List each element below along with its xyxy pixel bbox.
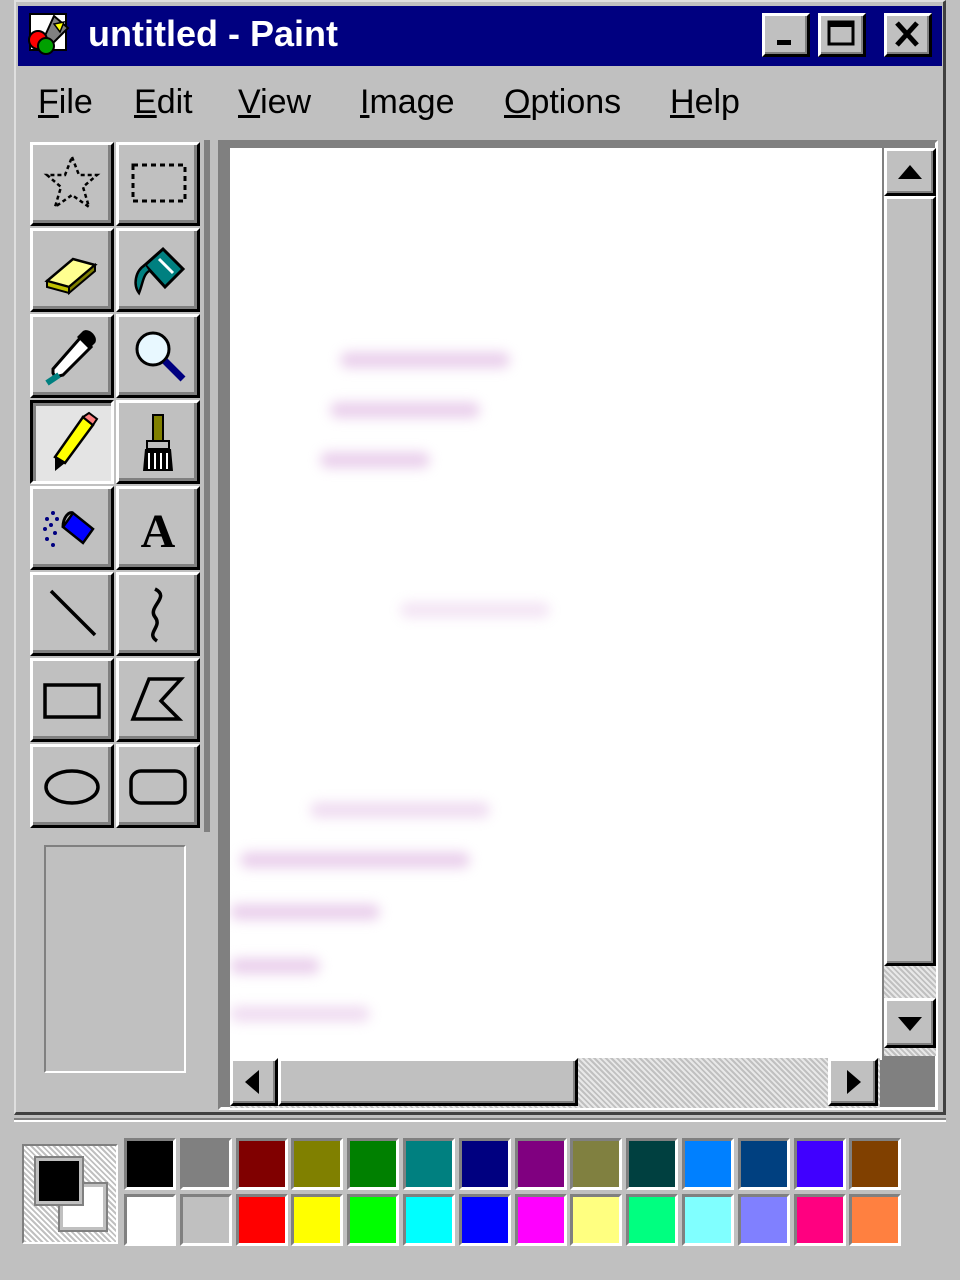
menu-file-label: File <box>38 83 93 121</box>
menu-help[interactable]: Help <box>670 82 740 122</box>
tool-ellipse[interactable] <box>30 744 114 828</box>
rounded-rectangle-icon <box>129 769 187 805</box>
menu-options-label: Options <box>504 83 622 121</box>
palette-color-swatch[interactable] <box>793 1194 846 1246</box>
paint-app-icon[interactable] <box>24 10 72 58</box>
palette-color-swatch[interactable] <box>570 1138 623 1190</box>
tool-options-box[interactable] <box>44 845 186 1073</box>
palette-color-swatch[interactable] <box>403 1194 455 1246</box>
tool-brush[interactable] <box>116 400 200 484</box>
tool-rounded-rectangle[interactable] <box>116 744 200 828</box>
vertical-scroll-thumb[interactable] <box>884 196 936 966</box>
palette-color-swatch[interactable] <box>514 1194 567 1246</box>
tool-airbrush[interactable] <box>30 486 114 570</box>
menu-help-label: Help <box>670 83 740 121</box>
palette-color-swatch[interactable] <box>403 1138 455 1190</box>
palette-color-swatch[interactable] <box>849 1138 902 1190</box>
arrow-down-icon <box>898 1017 922 1031</box>
menu-view[interactable]: View <box>238 82 311 122</box>
tool-line[interactable] <box>30 572 114 656</box>
foreground-color-swatch <box>34 1156 84 1206</box>
palette-color-swatch[interactable] <box>514 1138 567 1190</box>
palette-color-swatch[interactable] <box>124 1194 176 1246</box>
palette-color-swatch[interactable] <box>682 1194 734 1246</box>
menu-bar: File Edit View Image Options Help <box>18 70 942 134</box>
ellipse-icon <box>44 769 100 805</box>
palette-color-swatch[interactable] <box>458 1138 511 1190</box>
free-form-select-icon <box>43 153 101 211</box>
menu-image-label: Image <box>360 83 455 121</box>
magnifier-icon <box>135 331 186 382</box>
tool-polygon[interactable] <box>116 658 200 742</box>
rectangle-icon <box>43 683 101 719</box>
palette-color-swatch[interactable] <box>179 1194 232 1246</box>
tool-rectangle-select[interactable] <box>116 142 200 226</box>
palette-color-swatch[interactable] <box>347 1138 400 1190</box>
palette-color-swatch[interactable] <box>179 1138 232 1190</box>
maximize-button[interactable] <box>818 13 866 57</box>
curve-icon <box>151 587 163 643</box>
text-tool-icon: A <box>141 505 176 558</box>
tool-fill[interactable] <box>116 228 200 312</box>
arrow-up-icon <box>898 165 922 179</box>
toolbox-edge <box>204 140 210 832</box>
palette-color-swatch[interactable] <box>626 1138 679 1190</box>
palette-color-swatch[interactable] <box>235 1138 288 1190</box>
scroll-left-button[interactable] <box>230 1058 278 1106</box>
palette-color-swatch[interactable] <box>347 1194 400 1246</box>
palette-color-swatch[interactable] <box>737 1138 790 1190</box>
airbrush-icon <box>43 511 95 547</box>
polygon-icon <box>130 677 185 721</box>
palette-color-swatch[interactable] <box>626 1194 679 1246</box>
palette-color-swatch[interactable] <box>124 1138 176 1190</box>
palette-color-swatch[interactable] <box>737 1194 790 1246</box>
menu-image[interactable]: Image <box>360 82 455 122</box>
horizontal-scroll-thumb[interactable] <box>278 1058 578 1106</box>
minimize-button[interactable] <box>762 13 810 57</box>
drawing-canvas[interactable] <box>230 148 882 1060</box>
tool-text[interactable]: A <box>116 486 200 570</box>
brush-icon <box>143 414 173 471</box>
pencil-icon <box>53 411 99 471</box>
menu-edit[interactable]: Edit <box>134 82 193 122</box>
palette-color-swatch[interactable] <box>235 1194 288 1246</box>
palette-color-swatch[interactable] <box>458 1194 511 1246</box>
tool-eraser[interactable] <box>30 228 114 312</box>
eraser-icon <box>44 257 98 296</box>
tool-free-form-select[interactable] <box>30 142 114 226</box>
arrow-left-icon <box>245 1070 259 1094</box>
palette-color-swatch[interactable] <box>682 1138 734 1190</box>
window-title: untitled - Paint <box>88 13 338 54</box>
menu-edit-label: Edit <box>134 83 193 121</box>
scroll-up-button[interactable] <box>884 148 936 196</box>
color-picker-icon <box>45 330 96 386</box>
menu-options[interactable]: Options <box>504 82 621 122</box>
menu-file[interactable]: File <box>38 82 93 122</box>
tool-magnifier[interactable] <box>116 314 200 398</box>
line-icon <box>49 589 97 637</box>
color-box-divider <box>14 1118 946 1122</box>
text-tool-glyph: A <box>141 505 176 558</box>
tool-pencil[interactable] <box>30 400 114 484</box>
rectangle-select-icon <box>131 163 187 203</box>
scroll-right-button[interactable] <box>828 1058 878 1106</box>
palette-color-swatch[interactable] <box>291 1138 344 1190</box>
scroll-down-button[interactable] <box>884 998 936 1048</box>
palette-color-swatch[interactable] <box>849 1194 902 1246</box>
menu-view-label: View <box>238 83 312 121</box>
arrow-right-icon <box>847 1070 861 1094</box>
tool-curve[interactable] <box>116 572 200 656</box>
palette-color-swatch[interactable] <box>291 1194 344 1246</box>
palette-color-swatch[interactable] <box>570 1194 623 1246</box>
tool-rectangle[interactable] <box>30 658 114 742</box>
fill-bucket-icon <box>134 246 186 296</box>
close-button[interactable] <box>884 13 932 57</box>
tool-color-picker[interactable] <box>30 314 114 398</box>
palette-color-swatch[interactable] <box>793 1138 846 1190</box>
